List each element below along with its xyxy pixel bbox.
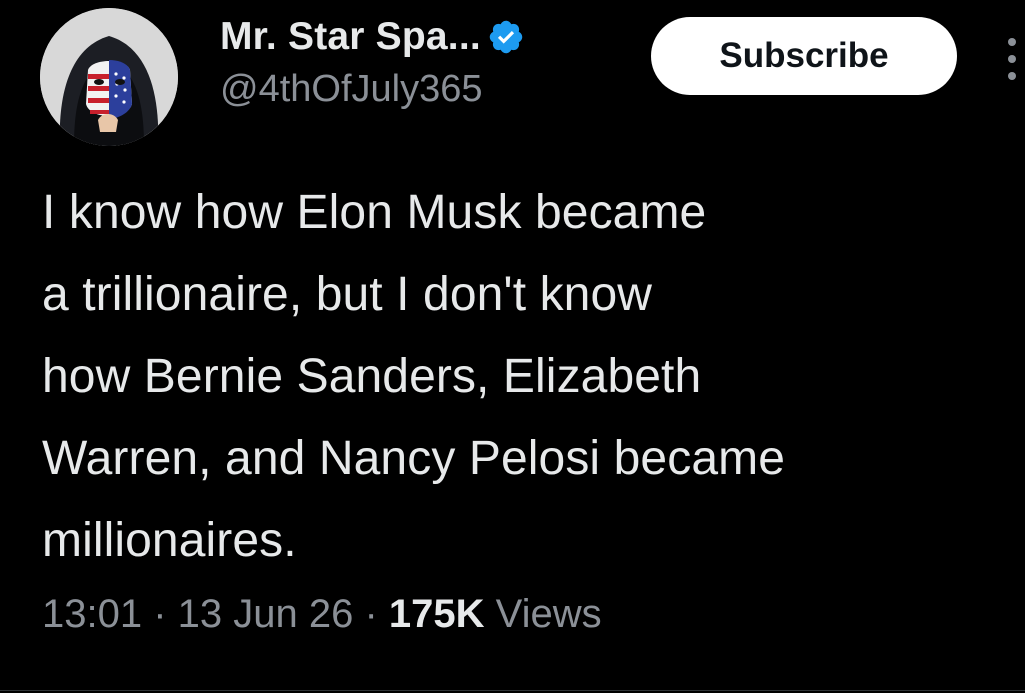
author-avatar[interactable]	[40, 8, 178, 146]
author-name-row[interactable]: Mr. Star Spa...	[220, 14, 525, 60]
tweet-text-line: millionaires.	[42, 514, 297, 567]
author-display-name[interactable]: Mr. Star Spa...	[220, 15, 481, 59]
tweet-text-line: I know how Elon Musk became	[42, 186, 707, 239]
tweet-date[interactable]: 13 Jun 26	[178, 592, 354, 636]
views-count[interactable]: 175K	[389, 592, 485, 636]
meta-separator: ·	[142, 592, 178, 636]
meta-separator: ·	[353, 592, 389, 636]
tweet-text-line: Warren, and Nancy Pelosi became	[42, 432, 785, 485]
tweet-time[interactable]: 13:01	[42, 592, 142, 636]
masked-person-avatar-icon	[40, 8, 178, 146]
tweet-text-line: how Bernie Sanders, Elizabeth	[42, 350, 702, 403]
divider	[0, 690, 1025, 691]
author-handle[interactable]: @4thOfJuly365	[220, 68, 483, 111]
subscribe-button[interactable]: Subscribe	[651, 17, 957, 95]
views-label[interactable]: Views	[485, 592, 602, 636]
tweet-text: I know how Elon Musk became a trillionai…	[42, 172, 1017, 582]
tweet-text-line: a trillionaire, but I don't know	[42, 268, 653, 321]
tweet-meta: 13:01 · 13 Jun 26 · 175K Views	[42, 592, 602, 637]
verified-badge-icon	[487, 18, 525, 56]
more-options-icon[interactable]	[1002, 34, 1022, 84]
